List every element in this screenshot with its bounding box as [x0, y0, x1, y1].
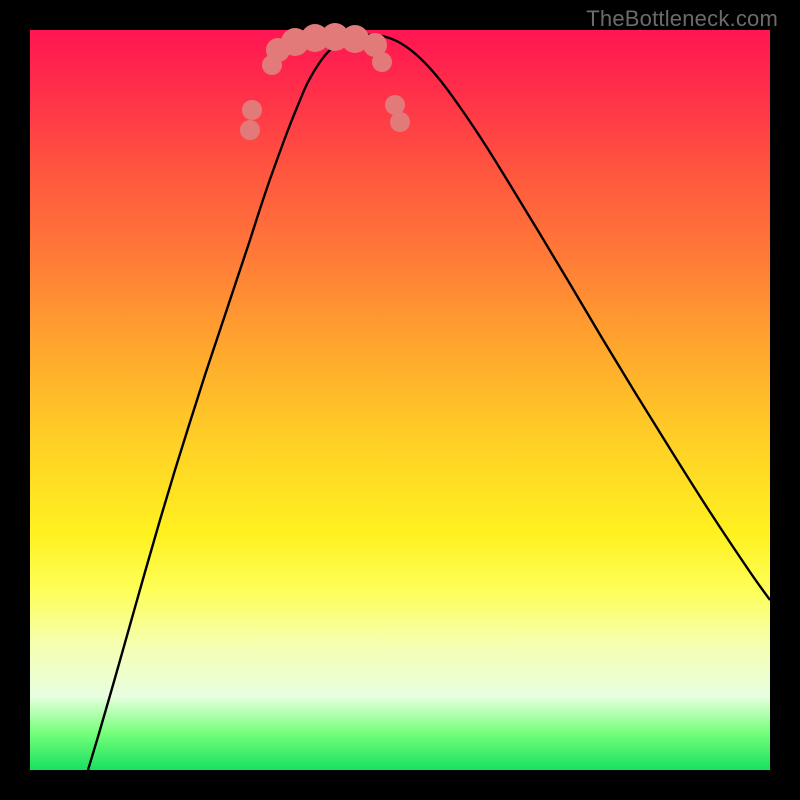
- bottleneck-curve: [88, 35, 770, 770]
- marker-dot: [390, 112, 410, 132]
- watermark-text: TheBottleneck.com: [586, 6, 778, 32]
- marker-dot: [240, 120, 260, 140]
- plot-area: [30, 30, 770, 770]
- marker-dot: [242, 100, 262, 120]
- marker-dot: [372, 52, 392, 72]
- chart-frame: TheBottleneck.com: [0, 0, 800, 800]
- curve-svg: [30, 30, 770, 770]
- curve-markers: [240, 23, 410, 140]
- marker-dot: [385, 95, 405, 115]
